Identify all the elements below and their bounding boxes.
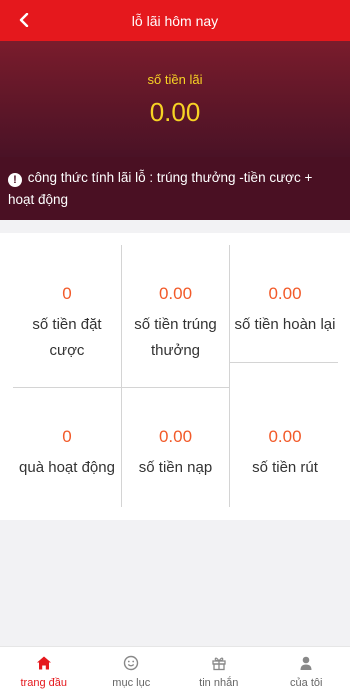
tab-label: trang đầu	[20, 677, 67, 689]
stat-value: 0	[62, 427, 72, 446]
tab-profile[interactable]: của tôi	[263, 647, 350, 695]
smiley-icon	[124, 655, 139, 671]
stat-label: số tiền đặt cược	[32, 316, 102, 359]
stat-withdraw-amount[interactable]: 0.00 số tiền rút	[230, 427, 340, 481]
user-icon	[300, 656, 312, 670]
stat-refund-amount[interactable]: 0.00 số tiền hoàn lại	[230, 284, 340, 338]
app-header: lỗ lãi hôm nay	[0, 0, 350, 41]
stats-grid: 0 số tiền đặt cược 0.00 số tiền trúng th…	[0, 233, 350, 520]
tab-label: tin nhắn	[199, 677, 239, 689]
profit-amount: 0.00	[149, 97, 201, 127]
stat-label: số tiền rút	[252, 459, 318, 476]
profit-label: số tiền lãi	[147, 72, 203, 87]
home-icon	[36, 656, 51, 670]
tab-home[interactable]: trang đầu	[0, 647, 88, 695]
tab-catalog[interactable]: mục lục	[88, 647, 176, 695]
back-button[interactable]	[14, 9, 34, 31]
stat-value: 0.00	[268, 284, 302, 303]
stat-label: số tiền hoàn lại	[234, 316, 336, 333]
info-icon: !	[8, 173, 22, 187]
stat-bet-amount[interactable]: 0 số tiền đặt cược	[13, 284, 121, 364]
stat-label: số tiền trúng thưởng	[134, 316, 217, 359]
grid-divider	[229, 362, 338, 363]
bottom-tab-bar: trang đầu mục lục tin nhắn của tôi	[0, 646, 350, 695]
stat-value: 0	[62, 284, 72, 303]
gift-icon	[212, 657, 226, 671]
stat-label: quà hoạt động	[19, 459, 115, 476]
tab-label: mục lục	[112, 677, 151, 689]
stat-win-amount[interactable]: 0.00 số tiền trúng thưởng	[122, 284, 229, 364]
stat-deposit-amount[interactable]: 0.00 số tiền nạp	[122, 427, 229, 481]
formula-text: công thức tính lãi lỗ : trúng thưởng -ti…	[8, 170, 313, 207]
tab-messages[interactable]: tin nhắn	[175, 647, 263, 695]
formula-note: ! công thức tính lãi lỗ : trúng thưởng -…	[0, 157, 350, 220]
grid-divider	[13, 387, 229, 388]
profit-summary: số tiền lãi 0.00	[0, 41, 350, 157]
stat-label: số tiền nạp	[138, 459, 213, 476]
chevron-left-icon	[19, 13, 29, 27]
stat-value: 0.00	[158, 427, 193, 446]
stat-value: 0.00	[268, 427, 302, 446]
stat-activity-gift[interactable]: 0 quà hoạt động	[13, 427, 121, 481]
tab-label: của tôi	[290, 677, 323, 689]
page-title: lỗ lãi hôm nay	[131, 12, 219, 29]
stat-value: 0.00	[158, 284, 193, 303]
